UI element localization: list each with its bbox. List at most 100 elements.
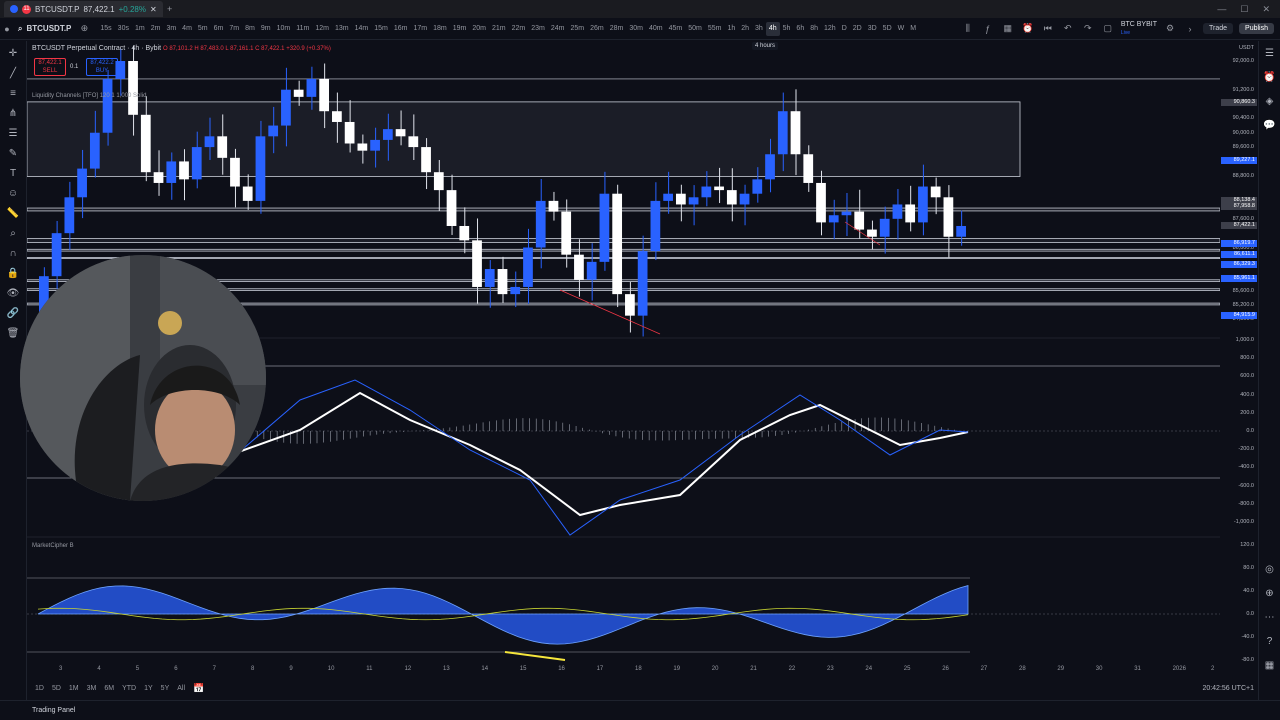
user-menu-icon[interactable]: ● <box>0 22 14 36</box>
order-quantity[interactable]: 0.1 <box>70 64 78 70</box>
timeframe-55m[interactable]: 55m <box>705 22 725 36</box>
chevron-right-icon[interactable]: › <box>1183 22 1197 36</box>
browser-tab[interactable]: 11 BTCUSDT.P 87,422.1 +0.28% ✕ <box>4 1 163 17</box>
timeframe-3D[interactable]: 3D <box>865 22 880 36</box>
indicators-icon[interactable]: ƒ <box>981 22 995 36</box>
range-1D[interactable]: 1D <box>35 685 44 692</box>
trading-panel-label[interactable]: Trading Panel <box>32 707 75 714</box>
close-window-icon[interactable]: ✕ <box>1262 4 1270 15</box>
timeframe-21m[interactable]: 21m <box>489 22 509 36</box>
layout-icon[interactable]: ▦ <box>1001 22 1015 36</box>
ruler-icon[interactable]: 📏 <box>6 207 20 221</box>
replay-icon[interactable]: ⏮ <box>1041 22 1055 36</box>
alert-icon[interactable]: ⏰ <box>1021 22 1035 36</box>
timeframe-6m[interactable]: 6m <box>211 22 227 36</box>
eye-icon[interactable]: 👁 <box>6 287 20 301</box>
timeframe-4h[interactable]: 4h <box>765 21 780 36</box>
layers-icon[interactable]: ◈ <box>1263 95 1277 109</box>
timeframe-1m[interactable]: 1m <box>132 22 148 36</box>
minimize-icon[interactable]: — <box>1217 4 1226 15</box>
range-3M[interactable]: 3M <box>87 685 97 692</box>
target-icon[interactable]: ◎ <box>1263 563 1277 577</box>
undo-icon[interactable]: ↶ <box>1061 22 1075 36</box>
timeframe-28m[interactable]: 28m <box>607 22 627 36</box>
timeframe-3m[interactable]: 3m <box>163 22 179 36</box>
timeframe-5m[interactable]: 5m <box>195 22 211 36</box>
new-tab-icon[interactable]: + <box>163 2 177 16</box>
timeframe-18m[interactable]: 18m <box>430 22 450 36</box>
trend-line-icon[interactable]: ╱ <box>6 67 20 81</box>
timeframe-12m[interactable]: 12m <box>312 22 332 36</box>
timeframe-16m[interactable]: 16m <box>391 22 411 36</box>
maximize-icon[interactable]: ☐ <box>1240 4 1248 15</box>
emoji-icon[interactable]: ☺ <box>6 187 20 201</box>
timeframe-14m[interactable]: 14m <box>352 22 372 36</box>
timeframe-11m[interactable]: 11m <box>293 22 312 36</box>
timeframe-40m[interactable]: 40m <box>646 22 666 36</box>
range-5D[interactable]: 5D <box>52 685 61 692</box>
timeframe-8m[interactable]: 8m <box>242 22 258 36</box>
timeframe-15s[interactable]: 15s <box>97 22 114 36</box>
clock[interactable]: 20:42:56 UTC+1 <box>1202 685 1254 692</box>
publish-button[interactable]: Publish <box>1239 23 1274 34</box>
currency-label[interactable]: USDT <box>1222 45 1256 51</box>
timeframe-7m[interactable]: 7m <box>226 22 242 36</box>
timeframe-10m[interactable]: 10m <box>274 22 294 36</box>
range-5Y[interactable]: 5Y <box>161 685 170 692</box>
alerts-icon[interactable]: ⏰ <box>1263 71 1277 85</box>
timeframe-8h[interactable]: 8h <box>807 22 821 36</box>
timeframe-13m[interactable]: 13m <box>332 22 352 36</box>
square-icon[interactable]: ▢ <box>1101 22 1115 36</box>
calendar-icon[interactable]: 📅 <box>192 681 206 695</box>
chat-icon[interactable]: 💬 <box>1263 119 1277 133</box>
timeframe-30m[interactable]: 30m <box>626 22 646 36</box>
range-YTD[interactable]: YTD <box>122 685 136 692</box>
timeframe-15m[interactable]: 15m <box>371 22 391 36</box>
buy-button[interactable]: 87,422.2 BUY <box>86 58 118 76</box>
range-1Y[interactable]: 1Y <box>144 685 153 692</box>
help-icon[interactable]: ? <box>1263 635 1277 649</box>
trash-icon[interactable]: 🗑 <box>6 327 20 341</box>
time-axis[interactable]: 3 4 5 6 7 8 9 10 11 12 13 14 15 16 17 18 19 20 21 22 23 24 25 2… <box>27 663 1220 677</box>
timeframe-W[interactable]: W <box>895 22 908 36</box>
broker-selector[interactable]: BTC BYBIT Live <box>1121 21 1157 37</box>
timeframe-2D[interactable]: 2D <box>850 22 865 36</box>
horizontal-lines-icon[interactable]: ≡ <box>6 87 20 101</box>
timeframe-24m[interactable]: 24m <box>548 22 568 36</box>
range-1M[interactable]: 1M <box>69 685 79 692</box>
link-icon[interactable]: 🔗 <box>6 307 20 321</box>
timeframe-5D[interactable]: 5D <box>880 22 895 36</box>
lock-icon[interactable]: 🔒 <box>6 267 20 281</box>
timeframe-23m[interactable]: 23m <box>528 22 548 36</box>
add-symbol-icon[interactable]: ⊕ <box>77 22 91 36</box>
range-6M[interactable]: 6M <box>104 685 114 692</box>
timeframe-17m[interactable]: 17m <box>410 22 430 36</box>
cursor-icon[interactable]: ✛ <box>6 47 20 61</box>
timeframe-22m[interactable]: 22m <box>509 22 529 36</box>
timeframe-20m[interactable]: 20m <box>469 22 489 36</box>
magnet-icon[interactable]: ∩ <box>6 247 20 261</box>
indicator-marketcipher[interactable]: MarketCipher B <box>32 543 74 549</box>
timeframe-26m[interactable]: 26m <box>587 22 607 36</box>
timeframe-12h[interactable]: 12h <box>821 22 839 36</box>
timeframe-25m[interactable]: 25m <box>567 22 587 36</box>
timeframe-1h[interactable]: 1h <box>724 22 738 36</box>
trade-button[interactable]: Trade <box>1203 23 1234 34</box>
grid-icon[interactable]: ▦ <box>1263 659 1277 673</box>
settings-icon[interactable]: ⚙ <box>1163 22 1177 36</box>
timeframe-M[interactable]: M <box>907 22 919 36</box>
candle-type-icon[interactable]: ⫼ <box>961 22 975 36</box>
zoom-icon[interactable]: ⌕ <box>6 227 20 241</box>
timeframe-19m[interactable]: 19m <box>450 22 470 36</box>
redo-icon[interactable]: ↷ <box>1081 22 1095 36</box>
timeframe-D[interactable]: D <box>839 22 850 36</box>
fib-icon[interactable]: ☰ <box>6 127 20 141</box>
text-icon[interactable]: T <box>6 167 20 181</box>
timeframe-4m[interactable]: 4m <box>179 22 195 36</box>
pitchfork-icon[interactable]: ⋔ <box>6 107 20 121</box>
watchlist-icon[interactable]: ☰ <box>1263 47 1277 61</box>
pin-icon[interactable]: ⊕ <box>1263 587 1277 601</box>
timeframe-9m[interactable]: 9m <box>258 22 274 36</box>
timeframe-6h[interactable]: 6h <box>793 22 807 36</box>
network-icon[interactable]: ⋯ <box>1263 611 1277 625</box>
